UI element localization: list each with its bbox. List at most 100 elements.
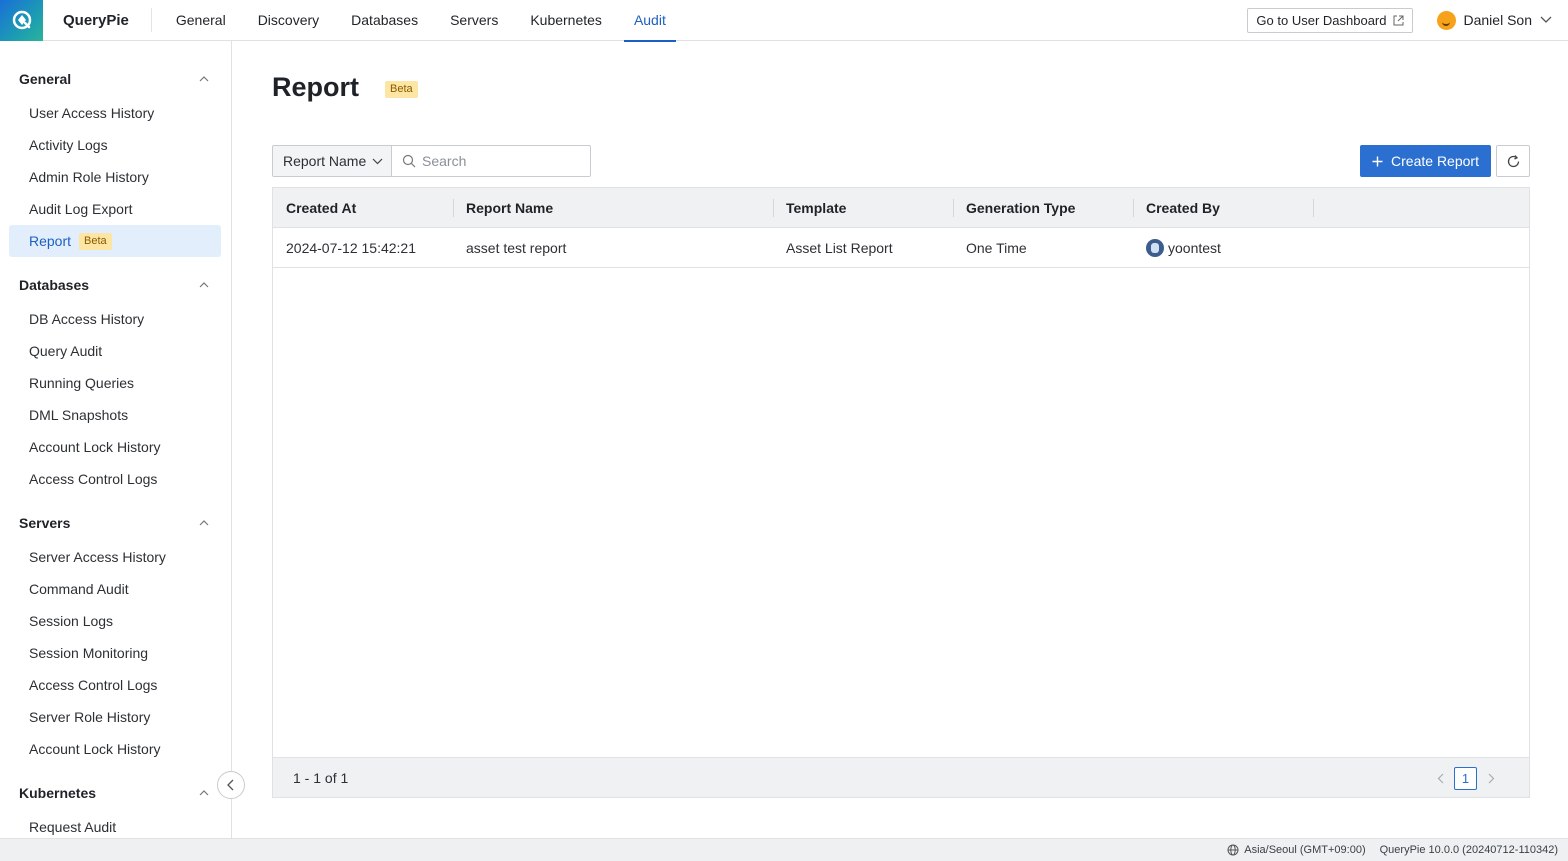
sidebar-item-admin-role-history[interactable]: Admin Role History — [9, 161, 221, 193]
column-header-created-by[interactable]: Created By — [1133, 188, 1313, 228]
nav-audit[interactable]: Audit — [618, 0, 682, 42]
chevron-up-icon — [199, 790, 209, 796]
nav-discovery[interactable]: Discovery — [242, 0, 335, 41]
column-header-template[interactable]: Template — [773, 188, 953, 228]
column-header-report-name[interactable]: Report Name — [453, 188, 773, 228]
external-link-icon — [1393, 15, 1403, 25]
refresh-icon — [1507, 154, 1519, 167]
user-menu[interactable]: Daniel Son — [1436, 10, 1553, 30]
create-report-label: Create Report — [1391, 153, 1479, 169]
cell-template: Asset List Report — [786, 240, 893, 256]
chevron-up-icon — [199, 76, 209, 82]
table-header: Created At Report Name Template Generati… — [273, 188, 1529, 228]
sidebar-group-title: Servers — [19, 515, 71, 531]
sidebar-group-title: Databases — [19, 277, 90, 293]
sidebar-group-general[interactable]: General — [0, 67, 231, 91]
report-table: Created At Report Name Template Generati… — [272, 187, 1530, 798]
sidebar-item-label: Query Audit — [29, 343, 103, 359]
page-number-button[interactable]: 1 — [1454, 767, 1477, 790]
sidebar-item-dml-snapshots[interactable]: DML Snapshots — [9, 399, 221, 431]
timezone-indicator[interactable]: Asia/Seoul (GMT+09:00) — [1227, 844, 1366, 856]
sidebar-item-label: Activity Logs — [29, 137, 108, 153]
sidebar-item-label: Running Queries — [29, 375, 135, 391]
table-row[interactable]: 2024-07-12 15:42:21 asset test report As… — [273, 228, 1529, 268]
go-to-user-dashboard-button[interactable]: Go to User Dashboard — [1247, 7, 1413, 33]
version-label: QueryPie 10.0.0 (20240712-110342) — [1379, 844, 1558, 856]
sidebar-item-label: User Access History — [29, 105, 155, 121]
sidebar-item-label: Account Lock History — [29, 741, 161, 757]
globe-icon — [1227, 844, 1239, 856]
nav-general[interactable]: General — [160, 0, 242, 41]
sidebar-item-label: Admin Role History — [29, 169, 149, 185]
chevron-up-icon — [199, 282, 209, 288]
sidebar-item-label: Command Audit — [29, 581, 129, 597]
sidebar-item-db-access-control-logs[interactable]: Access Control Logs — [9, 463, 221, 495]
sidebar-item-server-account-lock-history[interactable]: Account Lock History — [9, 733, 221, 765]
sidebar: General User Access History Activity Log… — [0, 41, 232, 838]
search-field[interactable] — [391, 145, 591, 177]
cell-generation-type: One Time — [966, 240, 1027, 256]
sidebar-group-title: Kubernetes — [19, 785, 97, 801]
sidebar-item-label: Server Access History — [29, 549, 166, 565]
sidebar-item-label: Report — [29, 233, 72, 249]
brand-name: QueryPie — [63, 11, 129, 29]
sidebar-item-request-audit[interactable]: Request Audit — [9, 811, 221, 838]
cell-report-name: asset test report — [466, 240, 567, 256]
sidebar-group-servers[interactable]: Servers — [0, 511, 231, 535]
previous-page-button[interactable] — [1432, 767, 1448, 790]
creator-name: yoontest — [1168, 240, 1221, 256]
sidebar-item-session-monitoring[interactable]: Session Monitoring — [9, 637, 221, 669]
user-name: Daniel Son — [1463, 12, 1533, 28]
sidebar-item-server-role-history[interactable]: Server Role History — [9, 701, 221, 733]
plus-icon — [1372, 156, 1383, 166]
sidebar-item-command-audit[interactable]: Command Audit — [9, 573, 221, 605]
sidebar-group-title: General — [19, 71, 72, 87]
page-beta-badge: Beta — [385, 81, 418, 98]
top-navigation: QueryPie General Discovery Databases Ser… — [0, 0, 1568, 42]
chevron-left-icon — [1437, 773, 1443, 784]
column-header-created-at[interactable]: Created At — [273, 188, 453, 228]
chevron-down-icon — [372, 158, 383, 164]
sidebar-group-kubernetes[interactable]: Kubernetes — [0, 781, 231, 805]
sidebar-item-running-queries[interactable]: Running Queries — [9, 367, 221, 399]
next-page-button[interactable] — [1483, 767, 1499, 790]
refresh-button[interactable] — [1496, 145, 1530, 177]
search-input[interactable] — [422, 153, 582, 169]
sidebar-collapse-button[interactable] — [217, 771, 245, 799]
column-divider[interactable] — [1313, 199, 1314, 217]
sidebar-group-databases[interactable]: Databases — [0, 273, 231, 297]
status-bar: Asia/Seoul (GMT+09:00) QueryPie 10.0.0 (… — [0, 838, 1568, 861]
sidebar-item-label: DML Snapshots — [29, 407, 129, 423]
sidebar-item-activity-logs[interactable]: Activity Logs — [9, 129, 221, 161]
create-report-button[interactable]: Create Report — [1360, 145, 1491, 177]
sidebar-item-report[interactable]: Report Beta — [9, 225, 221, 257]
cell-created-at: 2024-07-12 15:42:21 — [286, 240, 416, 256]
creator-avatar — [1146, 239, 1164, 257]
cell-created-by: yoontest — [1133, 228, 1313, 268]
chevron-up-icon — [199, 520, 209, 526]
sidebar-item-label: Account Lock History — [29, 439, 161, 455]
dashboard-button-label: Go to User Dashboard — [1256, 12, 1387, 28]
column-header-generation-type[interactable]: Generation Type — [953, 188, 1133, 228]
beta-badge: Beta — [79, 232, 112, 250]
sidebar-item-query-audit[interactable]: Query Audit — [9, 335, 221, 367]
filter-field-select[interactable]: Report Name — [272, 145, 392, 177]
nav-kubernetes[interactable]: Kubernetes — [514, 0, 618, 41]
sidebar-item-session-logs[interactable]: Session Logs — [9, 605, 221, 637]
timezone-label: Asia/Seoul (GMT+09:00) — [1244, 844, 1366, 856]
sidebar-item-server-access-history[interactable]: Server Access History — [9, 541, 221, 573]
nav-databases[interactable]: Databases — [335, 0, 434, 41]
sidebar-item-user-access-history[interactable]: User Access History — [9, 97, 221, 129]
sidebar-item-label: Session Monitoring — [29, 645, 149, 661]
table-footer: 1 - 1 of 1 1 — [273, 757, 1529, 797]
sidebar-item-label: Access Control Logs — [29, 677, 158, 693]
sidebar-item-db-access-history[interactable]: DB Access History — [9, 303, 221, 335]
querypie-logo-icon[interactable] — [0, 0, 43, 41]
sidebar-item-audit-log-export[interactable]: Audit Log Export — [9, 193, 221, 225]
sidebar-item-label: Audit Log Export — [29, 201, 133, 217]
sidebar-item-server-access-control-logs[interactable]: Access Control Logs — [9, 669, 221, 701]
nav-servers[interactable]: Servers — [434, 0, 514, 41]
pagination: 1 — [1432, 767, 1499, 790]
sidebar-item-label: Server Role History — [29, 709, 151, 725]
sidebar-item-db-account-lock-history[interactable]: Account Lock History — [9, 431, 221, 463]
